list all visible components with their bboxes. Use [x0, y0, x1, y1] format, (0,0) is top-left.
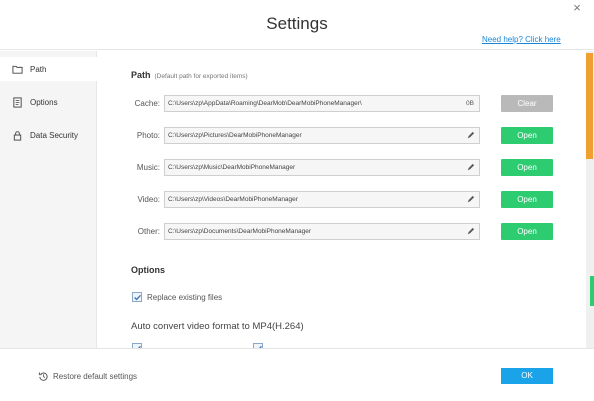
edit-icon[interactable]	[466, 227, 475, 236]
cache-label: Cache:	[134, 99, 160, 108]
restore-default-label: Restore default settings	[53, 372, 138, 381]
window-title: Settings	[266, 14, 328, 33]
sidebar-item-label: Data Security	[30, 130, 79, 140]
cache-path-field[interactable]: C:\Users\zp\AppData\Roaming\DearMob\Dear…	[164, 95, 480, 112]
clear-cache-button[interactable]: Clear	[501, 95, 553, 112]
edit-icon[interactable]	[466, 163, 475, 172]
scroll-marker	[590, 276, 594, 306]
replace-files-checkbox[interactable]	[132, 292, 142, 302]
open-video-button[interactable]: Open	[501, 191, 553, 208]
scrollbar-thumb[interactable]	[586, 53, 593, 159]
settings-content: Path (Default path for exported items) Ca…	[98, 51, 586, 348]
replace-files-option[interactable]: Replace existing files	[132, 292, 222, 302]
folder-icon	[12, 65, 23, 74]
help-link[interactable]: Need help? Click here	[482, 35, 561, 44]
sidebar-item-label: Options	[30, 97, 58, 107]
photo-label: Photo:	[136, 131, 160, 140]
sidebar: Path Options Data Security	[0, 51, 98, 348]
video-path-field[interactable]: C:\Users\zp\Videos\DearMobiPhoneManager	[164, 191, 480, 208]
other-path-field[interactable]: C:\Users\zp\Documents\DearMobiPhoneManag…	[164, 223, 480, 240]
sidebar-item-label: Path	[30, 64, 47, 74]
cache-size: 0B	[466, 100, 474, 107]
ok-button[interactable]: OK	[501, 368, 553, 384]
restore-default-button[interactable]: Restore default settings	[38, 371, 137, 382]
video-label: Video:	[137, 195, 160, 204]
checkmark-icon	[134, 294, 141, 301]
lock-icon	[13, 130, 22, 141]
restore-icon	[38, 372, 48, 381]
music-path-field[interactable]: C:\Users\zp\Music\DearMobiPhoneManager	[164, 159, 480, 176]
options-icon	[13, 96, 22, 108]
replace-files-label: Replace existing files	[147, 292, 223, 302]
path-section-title: Path (Default path for exported items)	[131, 70, 248, 80]
convert-video-title: Auto convert video format to MP4(H.264)	[131, 321, 304, 332]
sidebar-item-path[interactable]: Path	[0, 57, 98, 81]
photo-path-field[interactable]: C:\Users\zp\Pictures\DearMobiPhoneManage…	[164, 127, 480, 144]
title-bar: Settings × Need help? Click here	[0, 0, 594, 50]
options-section-title: Options	[131, 265, 165, 275]
footer: Restore default settings OK	[0, 348, 594, 401]
open-photo-button[interactable]: Open	[501, 127, 553, 144]
sidebar-item-options[interactable]: Options	[0, 90, 97, 114]
path-section-subtitle: (Default path for exported items)	[154, 73, 248, 80]
edit-icon[interactable]	[466, 195, 475, 204]
music-label: Music:	[136, 163, 160, 172]
sidebar-item-data-security[interactable]: Data Security	[0, 123, 97, 147]
edit-icon[interactable]	[466, 131, 475, 140]
open-other-button[interactable]: Open	[501, 223, 553, 240]
open-music-button[interactable]: Open	[501, 159, 553, 176]
other-label: Other:	[137, 227, 160, 236]
close-button[interactable]: ×	[567, 1, 587, 15]
